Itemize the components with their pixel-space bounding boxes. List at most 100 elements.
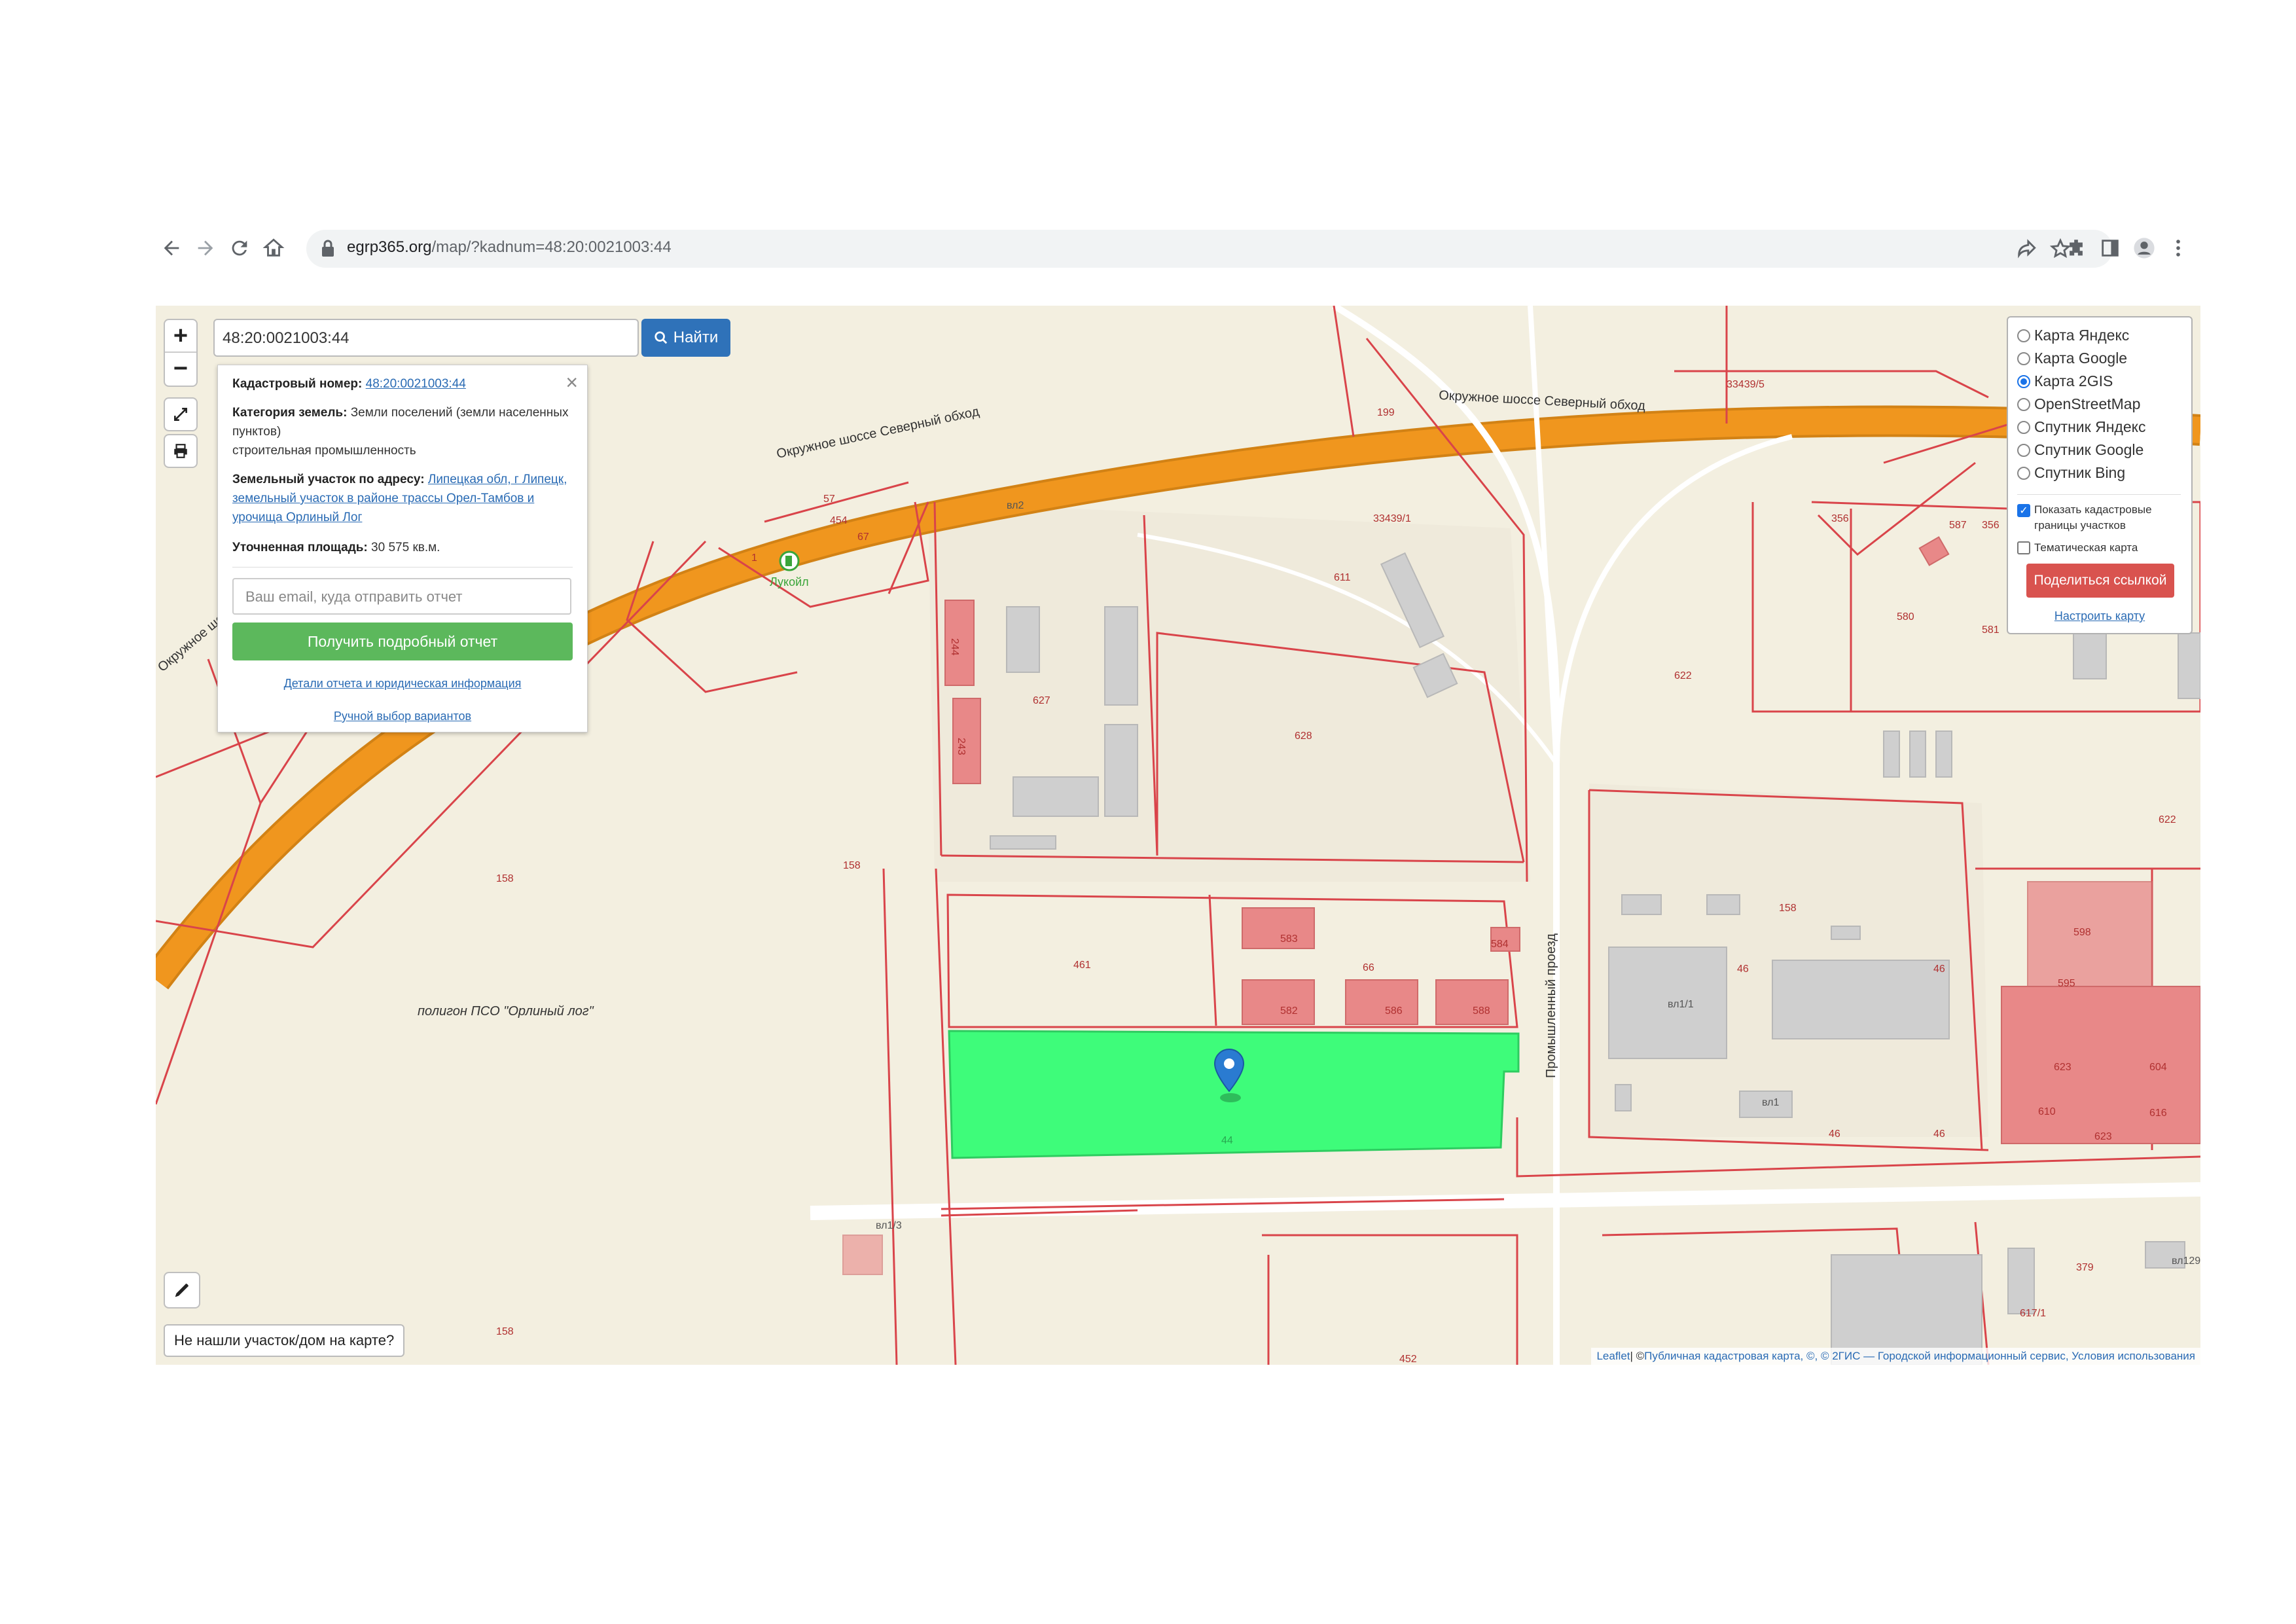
parcel-number-label: 622 [2159, 814, 2176, 825]
search-button-label: Найти [673, 329, 719, 346]
ruler-icon [165, 1273, 199, 1307]
back-icon[interactable] [156, 232, 187, 264]
cadastral-search-input[interactable]: 48:20:0021003:44 [213, 319, 639, 357]
cadastral-checkbox[interactable]: ✓ [2017, 504, 2030, 517]
side-panel-icon[interactable] [2094, 232, 2126, 264]
road-label: Промышленный проезд [1544, 933, 1558, 1078]
configure-map-link[interactable]: Настроить карту [2008, 609, 2191, 623]
parcel-number-label: 617/1 [2020, 1308, 2046, 1319]
parcel-number-label: 57 [823, 494, 835, 505]
kadnum-label: Кадастровый номер: [232, 377, 363, 391]
kadnum-link[interactable]: 48:20:0021003:44 [366, 377, 466, 391]
parcel-number-label: 452 [1399, 1354, 1417, 1365]
radio-button[interactable] [2017, 420, 2030, 434]
menu-dots-icon[interactable] [2162, 232, 2194, 264]
address-label: Земельный участок по адресу: [232, 473, 425, 486]
parcel-number-label: 158 [843, 860, 861, 871]
parcel-number-label: 46 [1933, 1128, 1945, 1140]
parcel-number-label: 454 [830, 515, 848, 526]
parcel-number-label: 628 [1295, 731, 1312, 742]
basemap-option-label: Карта Яндекс [2034, 327, 2130, 344]
measure-button[interactable] [164, 1272, 200, 1308]
email-input[interactable]: Ваш email, куда отправить отчет [232, 578, 571, 615]
manual-choice-link[interactable]: Ручной выбор вариантов [218, 710, 587, 723]
extensions-icon[interactable] [2060, 232, 2092, 264]
parcel-number-label: 379 [2076, 1262, 2094, 1273]
address-bar[interactable]: egrp365.org/map/?kadnum=48:20:0021003:44 [306, 230, 2113, 268]
get-report-button[interactable]: Получить подробный отчет [232, 623, 573, 660]
basemap-option[interactable]: Спутник Яндекс [2017, 418, 2145, 436]
parcel-number-label: 199 [1377, 407, 1395, 418]
radio-button[interactable] [2017, 397, 2030, 411]
parcel-number-label: 623 [2094, 1131, 2112, 1142]
parcel-number-label: вл2 [1007, 500, 1024, 511]
parcel-number-label: 588 [1473, 1005, 1490, 1017]
parcel-number-label: 356 [1982, 520, 2000, 531]
parcel-number-label: 158 [496, 1326, 514, 1337]
parcel-number-label: 33439/1 [1373, 513, 1411, 524]
radio-button[interactable] [2017, 443, 2030, 457]
parcel-number-label: 46 [1829, 1128, 1840, 1140]
fullscreen-button[interactable] [164, 397, 198, 431]
attribution-sep: | © [1630, 1350, 1645, 1362]
parcel-number-label: 581 [1982, 624, 2000, 636]
area-label: Уточненная площадь: [232, 541, 368, 554]
basemap-option-label: Спутник Bing [2034, 464, 2126, 481]
parcel-number-label: 461 [1073, 960, 1091, 971]
radio-button[interactable] [2017, 466, 2030, 480]
radio-button[interactable] [2017, 352, 2030, 365]
radio-button[interactable] [2017, 374, 2030, 388]
basemap-option-label: Спутник Яндекс [2034, 418, 2146, 435]
cadastral-label-1: Показать кадастровые [2034, 503, 2152, 516]
parcel-number-label: вл1/1 [1668, 999, 1694, 1010]
parcel-number-label: 598 [2073, 927, 2091, 938]
basemap-option-label: Карта 2GIS [2034, 372, 2113, 389]
basemap-option[interactable]: OpenStreetMap [2017, 395, 2140, 413]
basemap-option-label: Карта Google [2034, 350, 2128, 367]
share-icon[interactable] [2011, 233, 2042, 264]
thematic-label: Тематическая карта [2034, 541, 2138, 554]
zoom-out-button[interactable]: − [165, 353, 196, 384]
leaflet-link[interactable]: Leaflet [1596, 1350, 1630, 1363]
zoom-in-button[interactable]: + [165, 320, 196, 352]
forward-icon[interactable] [190, 232, 221, 264]
radio-button[interactable] [2017, 329, 2030, 342]
basemap-option-label: Спутник Google [2034, 441, 2144, 458]
parcel-number-label: 583 [1280, 933, 1298, 945]
parcel-number-label: 584 [1491, 939, 1509, 950]
parcel-number-label: 158 [1779, 903, 1797, 914]
gas-station-icon [779, 550, 800, 571]
parcel-number-label: 582 [1280, 1005, 1298, 1017]
parcel-number-label: 604 [2149, 1062, 2167, 1073]
map-view[interactable]: Окружное шоссе Северный обход Окружное ш… [156, 306, 2200, 1365]
parcel-number-label: 46 [1737, 964, 1749, 975]
reload-icon[interactable] [224, 232, 255, 264]
browser-toolbar: egrp365.org/map/?kadnum=48:20:0021003:44 [156, 226, 2199, 272]
home-icon[interactable] [258, 232, 289, 264]
not-found-button[interactable]: Не нашли участок/дом на карте? [164, 1324, 405, 1357]
basemap-option[interactable]: Спутник Bing [2017, 464, 2125, 482]
thematic-toggle[interactable]: Тематическая карта [2017, 540, 2138, 556]
parcel-number-label: 623 [2054, 1062, 2072, 1073]
basemap-option[interactable]: Спутник Google [2017, 441, 2144, 459]
parcel-number-label: 67 [857, 532, 869, 543]
fullscreen-icon [165, 399, 196, 430]
attribution-source[interactable]: Публичная кадастровая карта, ©, © 2ГИС —… [1644, 1350, 2195, 1363]
divider [232, 567, 573, 568]
profile-avatar-icon[interactable] [2128, 232, 2160, 264]
basemap-option[interactable]: Карта 2GIS [2017, 372, 2113, 390]
parcel-number-label: 586 [1385, 1005, 1403, 1017]
basemap-option[interactable]: Карта Google [2017, 350, 2127, 367]
basemap-option-label: OpenStreetMap [2034, 395, 2141, 412]
parcel-number-label: вл1/3 [876, 1220, 902, 1231]
parcel-number-label: 243 [956, 738, 967, 755]
parcel-number-label: 616 [2149, 1108, 2167, 1119]
search-button[interactable]: Найти [641, 319, 730, 357]
basemap-option[interactable]: Карта Яндекс [2017, 327, 2129, 344]
parcel-number-label: 610 [2038, 1106, 2056, 1117]
cadastral-borders-toggle[interactable]: ✓ Показать кадастровые границы участков [2017, 502, 2152, 533]
thematic-checkbox[interactable] [2017, 541, 2030, 554]
details-link[interactable]: Детали отчета и юридическая информация [218, 677, 587, 691]
share-link-button[interactable]: Поделиться ссылкой [2026, 564, 2174, 598]
print-button[interactable] [164, 434, 198, 468]
